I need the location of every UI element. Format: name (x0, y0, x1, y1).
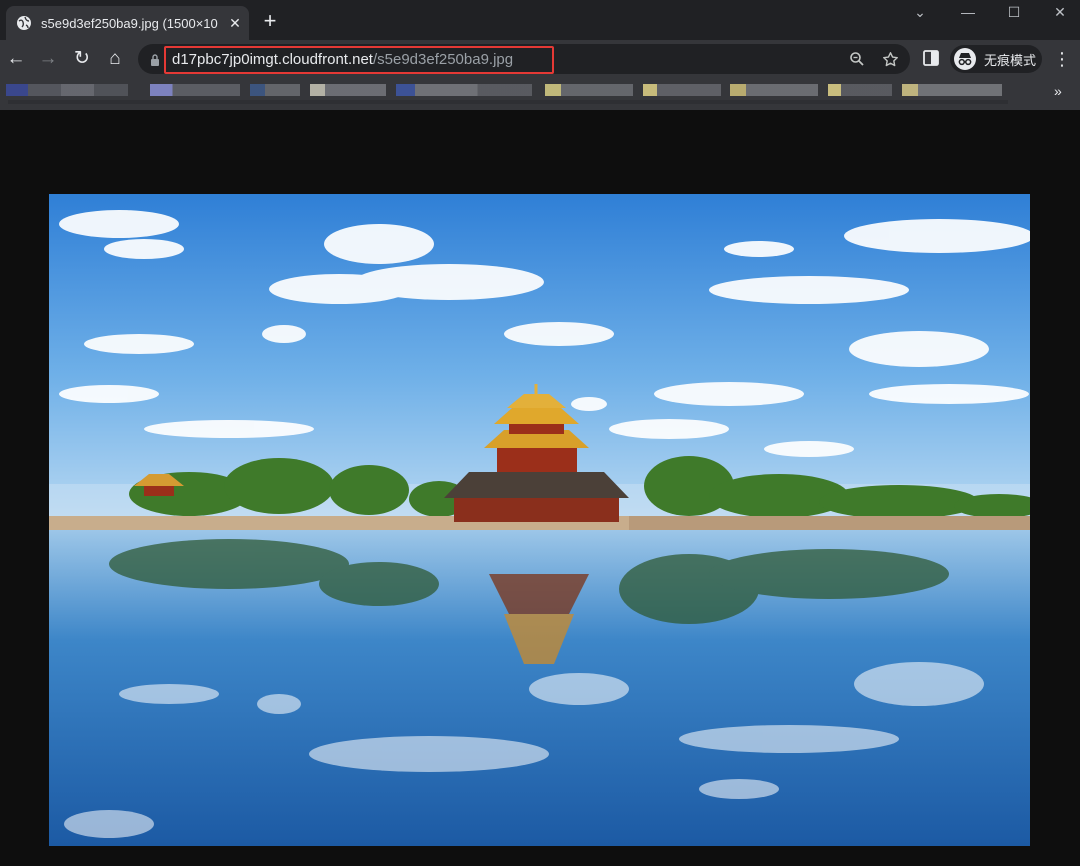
bookmark-item[interactable] (730, 84, 818, 96)
bookmark-item[interactable] (396, 84, 532, 96)
bookmarks-overflow-chevron[interactable]: » (1054, 83, 1062, 99)
more-menu-icon[interactable]: ⋮ (1052, 47, 1072, 71)
bookmark-item[interactable] (545, 84, 633, 96)
incognito-icon (954, 48, 976, 70)
address-bar[interactable]: d17pbc7jp0imgt.cloudfront.net/s5e9d3ef25… (138, 44, 910, 74)
maximize-button[interactable]: ☐ (994, 0, 1034, 24)
displayed-image[interactable] (49, 194, 1030, 846)
url-host: d17pbc7jp0imgt.cloudfront.net (172, 51, 373, 68)
window-close-button[interactable]: ✕ (1040, 0, 1080, 24)
bookmark-item[interactable] (643, 84, 721, 96)
home-button[interactable]: ⌂ (103, 47, 127, 71)
bookmark-item[interactable] (150, 84, 240, 96)
corner-tower-photo (49, 194, 1030, 846)
minimize-button[interactable]: — (948, 0, 988, 24)
globe-icon (16, 15, 32, 31)
back-button[interactable]: ← (4, 47, 28, 71)
tab-search-icon[interactable]: ⌄ (900, 0, 940, 24)
active-tab[interactable]: s5e9d3ef250ba9.jpg (1500×10 ✕ (6, 6, 249, 40)
tab-strip: s5e9d3ef250ba9.jpg (1500×10 ✕ + ⌄ — ☐ ✕ (0, 0, 1080, 40)
lock-icon (150, 53, 160, 66)
new-tab-button[interactable]: + (258, 9, 282, 33)
bookmark-item[interactable] (6, 84, 128, 96)
side-panel-icon[interactable] (922, 49, 942, 69)
tab-close-icon[interactable]: ✕ (227, 15, 243, 31)
forward-button[interactable]: → (36, 47, 60, 71)
tab-title: s5e9d3ef250ba9.jpg (1500×10 (41, 15, 218, 31)
bookmark-item[interactable] (902, 84, 1002, 96)
bookmark-item[interactable] (250, 84, 300, 96)
url-path: /s5e9d3ef250ba9.jpg (372, 51, 514, 68)
bookmark-star-icon[interactable] (880, 49, 900, 69)
url-text[interactable]: d17pbc7jp0imgt.cloudfront.net/s5e9d3ef25… (172, 51, 513, 68)
browser-toolbar: ← → ↻ ⌂ d17pbc7jp0imgt.cloudfront.net/s5… (0, 40, 1080, 78)
bookmarks-bar: » (0, 78, 1080, 110)
bookmark-item[interactable] (310, 84, 386, 96)
bookmark-item[interactable] (828, 84, 892, 96)
zoom-icon[interactable] (847, 49, 867, 69)
profile-label: 无痕模式 (984, 52, 1037, 68)
reload-button[interactable]: ↻ (70, 47, 94, 71)
bookmarks-underline (8, 100, 1008, 104)
incognito-profile-button[interactable]: 无痕模式 (950, 45, 1042, 73)
